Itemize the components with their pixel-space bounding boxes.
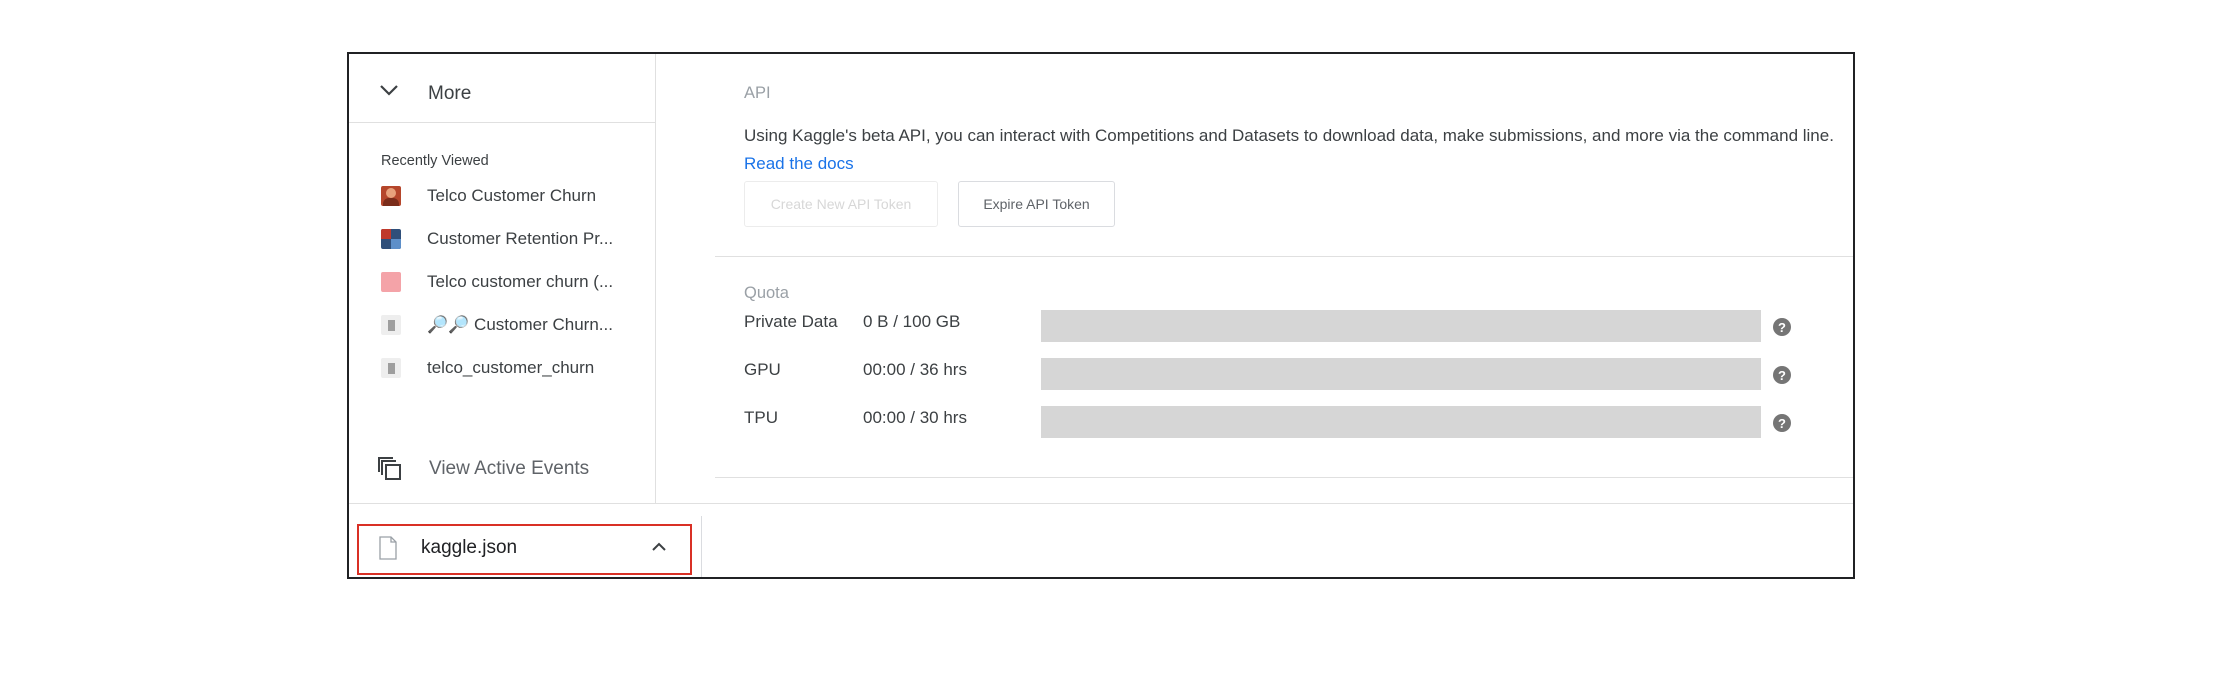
quota-title: Quota [744, 284, 789, 302]
recent-item-label: Telco customer churn (... [427, 272, 614, 291]
dataset-thumbnail [381, 229, 401, 249]
dataset-thumbnail [381, 272, 401, 292]
dataset-thumbnail [381, 186, 401, 206]
recent-item-1[interactable]: Telco Customer Churn [381, 182, 651, 212]
svg-text:?: ? [1778, 320, 1786, 335]
api-section: API Using Kaggle's beta API, you can int… [715, 54, 1853, 257]
app-frame: More Recently Viewed Telco Customer Chur… [347, 52, 1855, 579]
recent-item-4[interactable]: 🔎🔎 Customer Churn... [381, 311, 651, 341]
recent-item-3[interactable]: Telco customer churn (... [381, 268, 651, 298]
api-title: API [744, 84, 771, 102]
quota-row-gpu: GPU 00:00 / 36 hrs ? [715, 354, 1853, 390]
api-description: Using Kaggle's beta API, you can interac… [744, 122, 1834, 178]
create-api-token-button[interactable]: Create New API Token [744, 181, 938, 227]
recent-item-label: Customer Retention Pr... [427, 229, 614, 248]
recent-item-5[interactable]: telco_customer_churn [381, 354, 651, 384]
api-description-text: Using Kaggle's beta API, you can interac… [744, 126, 1834, 145]
svg-text:?: ? [1778, 368, 1786, 383]
recent-item-2[interactable]: Customer Retention Pr... [381, 225, 651, 255]
quota-value: 00:00 / 36 hrs [863, 360, 967, 379]
recently-viewed-title: Recently Viewed [381, 153, 489, 169]
copy-icon [378, 457, 401, 480]
svg-text:?: ? [1778, 416, 1786, 431]
quota-row-private-data: Private Data 0 B / 100 GB ? [715, 306, 1853, 342]
download-item[interactable]: kaggle.json [357, 524, 692, 575]
quota-row-tpu: TPU 00:00 / 30 hrs ? [715, 402, 1853, 438]
recent-item-label: 🔎🔎 Customer Churn... [427, 315, 613, 334]
account-main: API Using Kaggle's beta API, you can int… [715, 54, 1853, 503]
chevron-down-icon [380, 85, 398, 96]
file-icon [379, 536, 397, 560]
notebook-thumbnail [381, 315, 401, 335]
recent-item-label: Telco Customer Churn [427, 186, 597, 205]
expire-api-token-button[interactable]: Expire API Token [958, 181, 1115, 227]
chevron-up-icon[interactable] [651, 542, 667, 552]
quota-progress-bar [1041, 358, 1761, 390]
quota-value: 0 B / 100 GB [863, 312, 961, 331]
quota-value: 00:00 / 30 hrs [863, 408, 967, 427]
notebook-thumbnail [381, 358, 401, 378]
quota-label: GPU [744, 360, 781, 379]
download-separator [701, 516, 702, 577]
download-bar: kaggle.json [349, 503, 1853, 577]
more-toggle[interactable]: More [349, 54, 655, 123]
more-label: More [428, 83, 472, 104]
read-docs-link[interactable]: Read the docs [744, 154, 854, 173]
quota-section: Quota Private Data 0 B / 100 GB ? GPU 00… [715, 257, 1853, 478]
help-icon[interactable]: ? [1772, 413, 1792, 433]
view-active-events-link[interactable]: View Active Events [349, 454, 655, 498]
recent-item-label: telco_customer_churn [427, 358, 595, 377]
download-file-name: kaggle.json [421, 537, 518, 558]
quota-label: TPU [744, 408, 778, 427]
view-active-events-label: View Active Events [429, 458, 590, 479]
sidebar: More Recently Viewed Telco Customer Chur… [349, 54, 656, 503]
help-icon[interactable]: ? [1772, 317, 1792, 337]
quota-progress-bar [1041, 406, 1761, 438]
quota-label: Private Data [744, 312, 838, 331]
help-icon[interactable]: ? [1772, 365, 1792, 385]
quota-progress-bar [1041, 310, 1761, 342]
